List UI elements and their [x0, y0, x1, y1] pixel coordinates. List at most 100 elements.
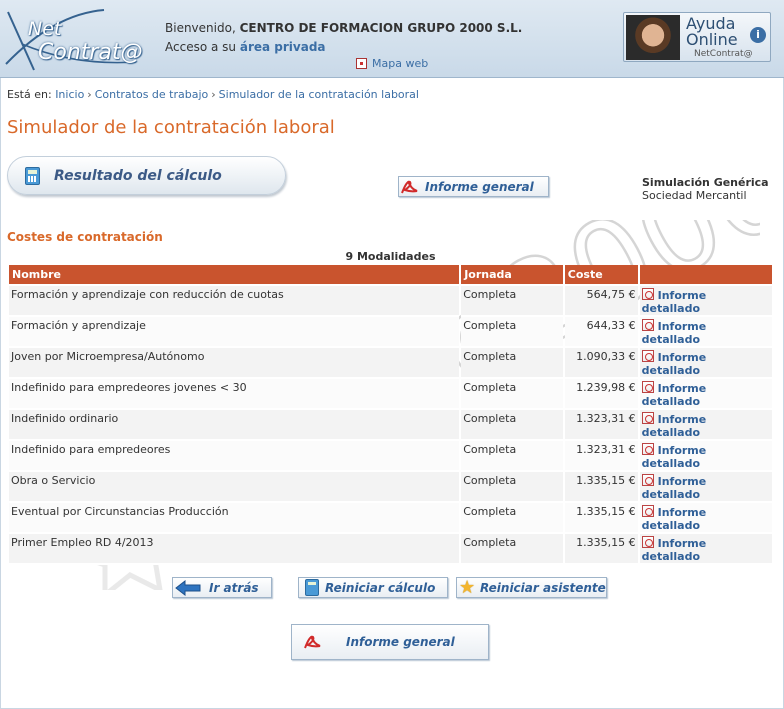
- link-line1: Informe: [657, 506, 707, 519]
- link-line2: detallado: [641, 395, 701, 408]
- table-header-row: Nombre Jornada Coste: [9, 265, 772, 286]
- table-row: Eventual por Circunstancias Producción C…: [9, 503, 772, 534]
- restart-calculation-button[interactable]: Reiniciar cálculo: [298, 577, 448, 598]
- table-row: Formación y aprendizaje Completa 644,33 …: [9, 317, 772, 348]
- breadcrumb-inicio[interactable]: Inicio: [55, 88, 84, 101]
- pdf-icon: [399, 178, 419, 196]
- welcome-prefix: Bienvenido,: [165, 21, 236, 35]
- pdf-icon: [641, 474, 654, 486]
- breadcrumb-simulador[interactable]: Simulador de la contratación laboral: [219, 88, 419, 101]
- back-button[interactable]: Ir atrás: [172, 577, 272, 598]
- restart-wizard-button[interactable]: ★ Reiniciar asistente: [456, 577, 607, 598]
- table-row: Joven por Microempresa/Autónomo Completa…: [9, 348, 772, 379]
- cell-informe: Informe detallado: [639, 503, 772, 534]
- cell-nombre: Obra o Servicio: [9, 472, 460, 503]
- table-row: Primer Empleo RD 4/2013 Completa 1.335,1…: [9, 534, 772, 565]
- link-line2: detallado: [641, 364, 701, 377]
- cell-jornada: Completa: [461, 379, 563, 410]
- link-line2: detallado: [641, 426, 701, 439]
- cell-jornada: Completa: [461, 503, 563, 534]
- cell-informe: Informe detallado: [639, 410, 772, 441]
- cell-coste: 1.323,31 €: [564, 410, 638, 441]
- info-icon: i: [750, 27, 766, 43]
- breadcrumb-separator: ›: [87, 88, 92, 101]
- cell-informe: Informe detallado: [639, 317, 772, 348]
- informe-general-label: Informe general: [425, 179, 534, 194]
- cell-informe: Informe detallado: [639, 348, 772, 379]
- breadcrumb: Está en: Inicio › Contratos de trabajo › Sim…: [7, 88, 419, 101]
- informe-general-button-top[interactable]: Informe general: [398, 176, 549, 197]
- cell-coste: 1.323,31 €: [564, 441, 638, 472]
- restart-wizard-label: Reiniciar asistente: [480, 580, 606, 595]
- informe-detallado-link[interactable]: Informe detallado: [641, 412, 770, 439]
- cell-nombre: Primer Empleo RD 4/2013: [9, 534, 460, 565]
- cell-coste: 1.335,15 €: [564, 472, 638, 503]
- informe-general-bottom-label: Informe general: [346, 635, 455, 649]
- link-line1: Informe: [657, 444, 707, 457]
- logo-contrata-text: Contrat@: [38, 40, 143, 65]
- result-tab-label: Resultado del cálculo: [54, 168, 222, 184]
- table-row: Obra o Servicio Completa 1.335,15 € Info…: [9, 472, 772, 503]
- access-line: Acceso a su área privada: [165, 40, 326, 54]
- link-line1: Informe: [657, 413, 707, 426]
- calculator-icon: [25, 167, 40, 185]
- link-line2: detallado: [641, 333, 701, 346]
- link-line1: Informe: [657, 320, 707, 333]
- sitemap-icon: [356, 58, 367, 69]
- cell-coste: 1.239,98 €: [564, 379, 638, 410]
- link-line1: Informe: [657, 537, 707, 550]
- costs-table: Nombre Jornada Coste Formación y aprendi…: [7, 265, 774, 565]
- cell-jornada: Completa: [461, 472, 563, 503]
- cell-jornada: Completa: [461, 348, 563, 379]
- informe-detallado-link[interactable]: Informe detallado: [641, 381, 770, 408]
- column-header-jornada: Jornada: [461, 265, 563, 286]
- cell-jornada: Completa: [461, 286, 563, 317]
- informe-detallado-link[interactable]: Informe detallado: [641, 474, 770, 501]
- column-header-informe: [639, 265, 772, 286]
- section-title: Costes de contratación: [7, 230, 163, 244]
- informe-general-button-bottom[interactable]: Informe general: [291, 624, 489, 660]
- restart-calculation-label: Reiniciar cálculo: [325, 580, 436, 595]
- simulation-title: Simulación Genérica: [642, 176, 769, 189]
- link-line2: detallado: [641, 488, 701, 501]
- site-header: Net Contrat@ Bienvenido, CENTRO DE FORMA…: [0, 0, 784, 78]
- breadcrumb-prefix: Está en:: [7, 88, 52, 101]
- pdf-icon: [641, 350, 654, 362]
- cell-nombre: Joven por Microempresa/Autónomo: [9, 348, 460, 379]
- site-map-link[interactable]: Mapa web: [356, 57, 428, 70]
- cell-nombre: Indefinido ordinario: [9, 410, 460, 441]
- link-line1: Informe: [657, 289, 707, 302]
- breadcrumb-contratos[interactable]: Contratos de trabajo: [95, 88, 209, 101]
- simulation-subtitle: Sociedad Mercantil: [642, 189, 747, 202]
- cell-nombre: Indefinido para empredeores jovenes < 30: [9, 379, 460, 410]
- cell-informe: Informe detallado: [639, 534, 772, 565]
- cell-nombre: Eventual por Circunstancias Producción: [9, 503, 460, 534]
- pdf-icon: [641, 412, 654, 424]
- cell-coste: 1.335,15 €: [564, 534, 638, 565]
- cell-coste: 564,75 €: [564, 286, 638, 317]
- cell-coste: 644,33 €: [564, 317, 638, 348]
- informe-detallado-link[interactable]: Informe detallado: [641, 288, 770, 315]
- informe-detallado-link[interactable]: Informe detallado: [641, 319, 770, 346]
- cell-coste: 1.090,33 €: [564, 348, 638, 379]
- help-brand: NetContrat@: [694, 49, 753, 59]
- table-row: Indefinido para empredeores Completa 1.3…: [9, 441, 772, 472]
- informe-detallado-link[interactable]: Informe detallado: [641, 443, 770, 470]
- company-name: CENTRO DE FORMACION GRUPO 2000 S.L.: [239, 21, 523, 35]
- arrow-left-icon: [175, 579, 201, 596]
- modalidades-count: 9 Modalidades: [345, 250, 436, 263]
- star-icon: ★: [459, 576, 476, 598]
- table-row: Formación y aprendizaje con reducción de…: [9, 286, 772, 317]
- informe-detallado-link[interactable]: Informe detallado: [641, 536, 770, 563]
- cell-informe: Informe detallado: [639, 286, 772, 317]
- link-line2: detallado: [641, 302, 701, 315]
- pdf-icon: [641, 536, 654, 548]
- informe-detallado-link[interactable]: Informe detallado: [641, 350, 770, 377]
- link-line2: detallado: [641, 457, 701, 470]
- private-area-link[interactable]: área privada: [240, 40, 326, 54]
- netcontrata-logo[interactable]: Net Contrat@: [4, 4, 144, 72]
- online-help-button[interactable]: Ayuda Online NetContrat@ i: [623, 12, 771, 62]
- site-map-label: Mapa web: [372, 57, 429, 70]
- column-header-nombre: Nombre: [9, 265, 460, 286]
- informe-detallado-link[interactable]: Informe detallado: [641, 505, 770, 532]
